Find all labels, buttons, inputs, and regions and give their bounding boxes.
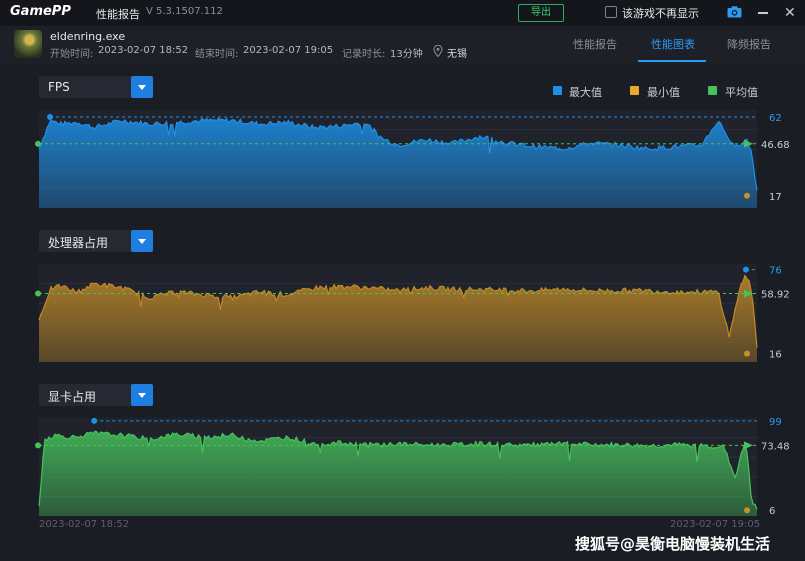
min-value-label: 17 [769, 192, 782, 203]
max-point [91, 417, 98, 424]
min-point [744, 350, 750, 357]
max-point [742, 266, 749, 273]
avg-value-label: 58.92 [761, 290, 790, 301]
min-value-label: 6 [769, 506, 775, 517]
performance-charts: 62 46.68 17 76 58.92 16 99 73.48 6 [35, 110, 790, 517]
max-value-label: 62 [769, 113, 782, 124]
max-value-label: 76 [769, 266, 782, 277]
start-date-label: 2023-02-07 18:52 [39, 519, 130, 530]
avg-value-label: 73.48 [761, 441, 790, 452]
max-point [47, 114, 54, 120]
end-date-label: 2023-02-07 19:05 [670, 519, 761, 530]
avg-start-point [35, 140, 41, 147]
min-point [744, 507, 750, 514]
min-point [744, 192, 750, 199]
avg-start-point [35, 442, 41, 449]
avg-start-point [35, 290, 41, 297]
max-value-label: 99 [769, 417, 782, 428]
watermark-text: 搜狐号@昊衡电脑慢装机生活 [575, 535, 771, 553]
avg-value-label: 46.68 [761, 140, 790, 151]
min-value-label: 16 [769, 350, 782, 361]
